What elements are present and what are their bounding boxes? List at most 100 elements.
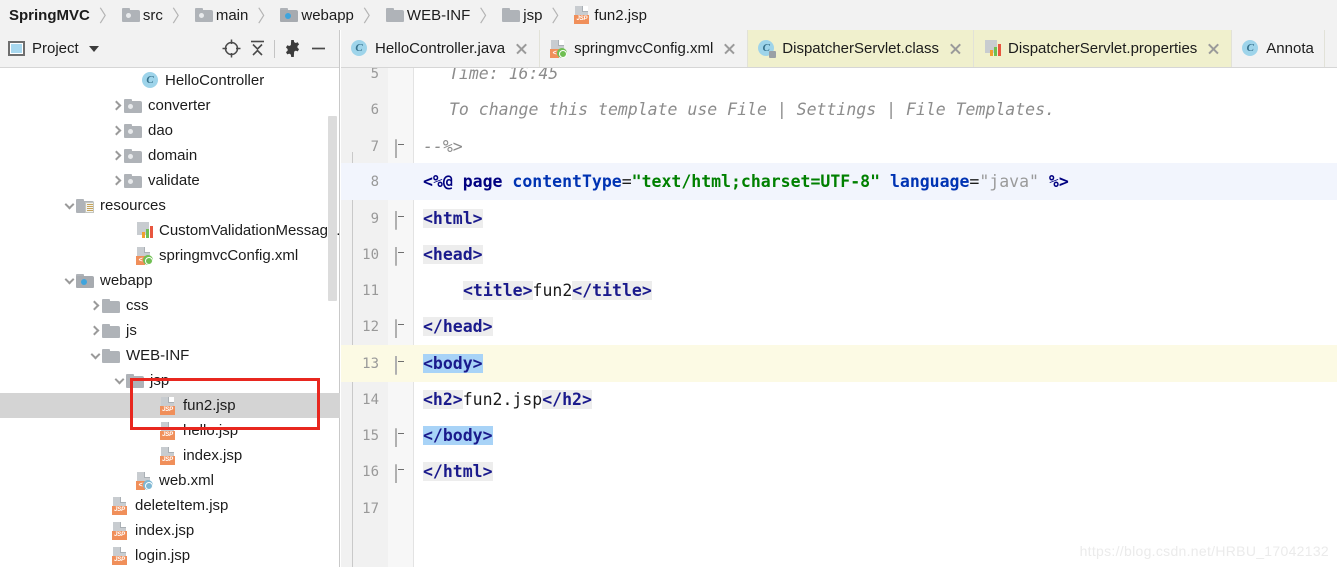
idea-window: SpringMVC 〉 src 〉 main 〉 webapp 〉 WEB-IN…: [0, 0, 1337, 567]
tree-item-fun2-jsp[interactable]: JSP fun2.jsp: [0, 393, 340, 418]
code-editor[interactable]: 5 Time: 16:45 6 To change this template …: [341, 68, 1337, 567]
code-line-17[interactable]: 17: [341, 490, 1337, 527]
java-class-icon: C: [1242, 40, 1259, 57]
tree-item-label: jsp: [150, 372, 170, 389]
fold-open-icon[interactable]: [395, 356, 408, 375]
breadcrumb-label: fun2.jsp: [594, 6, 647, 24]
chevron-right-icon[interactable]: [110, 143, 124, 168]
h2-close-tag: </h2>: [542, 390, 592, 409]
code-line-8[interactable]: 8 <%@ page contentType="text/html;charse…: [341, 163, 1337, 200]
tree-item-label: dao: [148, 122, 174, 139]
fold-open-icon[interactable]: [395, 211, 408, 230]
close-icon[interactable]: [722, 41, 737, 56]
close-icon[interactable]: [948, 41, 963, 56]
tree-item-hello-jsp[interactable]: JSP hello.jsp: [0, 418, 340, 443]
collapse-all-icon[interactable]: [244, 36, 270, 62]
tab-dispatcherservlet-class[interactable]: C DispatcherServlet.class: [748, 30, 975, 67]
breadcrumb-item-main[interactable]: main: [193, 0, 254, 30]
code-line-12[interactable]: 12 </head>: [341, 308, 1337, 345]
tab-annotation[interactable]: C Annota: [1232, 30, 1325, 67]
tree-item-resources[interactable]: resources: [0, 193, 340, 218]
tree-item-index-jsp[interactable]: JSP index.jsp: [0, 518, 340, 543]
tree-item-webinf[interactable]: WEB-INF: [0, 343, 340, 368]
fold-close-icon[interactable]: [395, 319, 408, 338]
html-open-tag: <html>: [423, 209, 483, 228]
tree-item-webapp[interactable]: webapp: [0, 268, 340, 293]
tree-item-web-xml[interactable]: < web.xml: [0, 468, 340, 493]
jsp-directive-name: page: [462, 172, 503, 191]
hide-panel-icon[interactable]: [305, 36, 331, 62]
tree-item-js[interactable]: js: [0, 318, 340, 343]
breadcrumb-item-project[interactable]: SpringMVC: [4, 0, 95, 30]
code-line-11[interactable]: 11 <title>fun2</title>: [341, 272, 1337, 309]
project-panel-title: Project: [32, 40, 79, 57]
tree-item-login-jsp[interactable]: JSP login.jsp: [0, 543, 340, 567]
fold-close-icon[interactable]: [395, 139, 408, 158]
tree-item-hellocontroller[interactable]: C HelloController: [0, 68, 340, 93]
close-icon[interactable]: [514, 41, 529, 56]
tree-item-springmvcconfig-xml[interactable]: < springmvcConfig.xml: [0, 243, 340, 268]
tree-item-css[interactable]: css: [0, 293, 340, 318]
code-line-16[interactable]: 16 </html>: [341, 453, 1337, 490]
gear-icon[interactable]: [279, 36, 305, 62]
tree-item-customvalidationmessage[interactable]: CustomValidationMessage.: [0, 218, 340, 243]
breadcrumb-item-jsp[interactable]: jsp: [500, 0, 547, 30]
chevron-right-icon[interactable]: [110, 93, 124, 118]
jsp-file-icon: JSP: [112, 521, 129, 540]
project-tree[interactable]: C HelloController converter dao domain v…: [0, 68, 340, 567]
tab-hellocontroller-java[interactable]: C HelloController.java: [341, 30, 541, 67]
fold-close-icon[interactable]: [395, 464, 408, 483]
code-text: <body>: [423, 354, 483, 373]
close-icon[interactable]: [1206, 41, 1221, 56]
spring-xml-icon: <: [550, 39, 568, 58]
breadcrumb-item-webinf[interactable]: WEB-INF: [384, 0, 475, 30]
breadcrumb-separator-icon: 〉: [257, 6, 275, 27]
tree-item-jsp-folder[interactable]: jsp: [0, 368, 340, 393]
code-line-9[interactable]: 9 <html>: [341, 200, 1337, 237]
chevron-down-icon[interactable]: [88, 45, 99, 52]
code-line-14[interactable]: 14 <h2>fun2.jsp</h2>: [341, 381, 1337, 418]
jsp-file-icon: JSP: [112, 496, 129, 515]
tab-label: springmvcConfig.xml: [574, 40, 714, 57]
code-line-15[interactable]: 15 </body>: [341, 417, 1337, 454]
project-tree-scrollbar[interactable]: [328, 116, 337, 301]
title-open-tag: <title>: [463, 281, 533, 300]
line-number: 15: [362, 427, 379, 444]
breadcrumb-item-file[interactable]: JSP fun2.jsp: [572, 0, 652, 30]
chevron-down-icon[interactable]: [62, 193, 76, 218]
code-text: To change this template use File | Setti…: [449, 100, 1055, 119]
code-text: <title>fun2</title>: [463, 281, 652, 300]
breadcrumb-item-webapp[interactable]: webapp: [278, 0, 359, 30]
tree-item-index-jsp-inner[interactable]: JSP index.jsp: [0, 443, 340, 468]
breadcrumb-separator-icon: 〉: [171, 6, 189, 27]
code-line-7[interactable]: 7 --%>: [341, 128, 1337, 165]
chevron-down-icon[interactable]: [112, 368, 126, 393]
chevron-right-icon[interactable]: [110, 118, 124, 143]
web-xml-icon: <: [136, 471, 153, 490]
code-line-5[interactable]: 5 Time: 16:45: [341, 68, 1337, 92]
tree-item-converter[interactable]: converter: [0, 93, 340, 118]
tree-item-label: fun2.jsp: [183, 397, 236, 414]
fold-close-icon[interactable]: [395, 428, 408, 447]
code-line-6[interactable]: 6 To change this template use File | Set…: [341, 91, 1337, 128]
line-number: 11: [362, 282, 379, 299]
chevron-right-icon[interactable]: [88, 293, 102, 318]
head-close-tag: </head>: [423, 317, 493, 336]
code-line-13[interactable]: 13 <body>: [341, 345, 1337, 382]
code-line-10[interactable]: 10 <head>: [341, 236, 1337, 273]
chevron-down-icon[interactable]: [88, 343, 102, 368]
fold-open-icon[interactable]: [395, 247, 408, 266]
locate-in-tree-icon[interactable]: [218, 36, 244, 62]
tree-item-validate[interactable]: validate: [0, 168, 340, 193]
chevron-down-icon[interactable]: [62, 268, 76, 293]
equals-sign: =: [969, 172, 980, 191]
tab-springmvcconfig-xml[interactable]: < springmvcConfig.xml: [540, 30, 749, 67]
tree-item-dao[interactable]: dao: [0, 118, 340, 143]
chevron-right-icon[interactable]: [88, 318, 102, 343]
breadcrumb-item-src[interactable]: src: [120, 0, 168, 30]
tab-dispatcherservlet-properties[interactable]: DispatcherServlet.properties: [974, 30, 1233, 67]
webapp-folder-icon: [76, 273, 94, 288]
tree-item-domain[interactable]: domain: [0, 143, 340, 168]
tree-item-deleteitem-jsp[interactable]: JSP deleteItem.jsp: [0, 493, 340, 518]
chevron-right-icon[interactable]: [110, 168, 124, 193]
